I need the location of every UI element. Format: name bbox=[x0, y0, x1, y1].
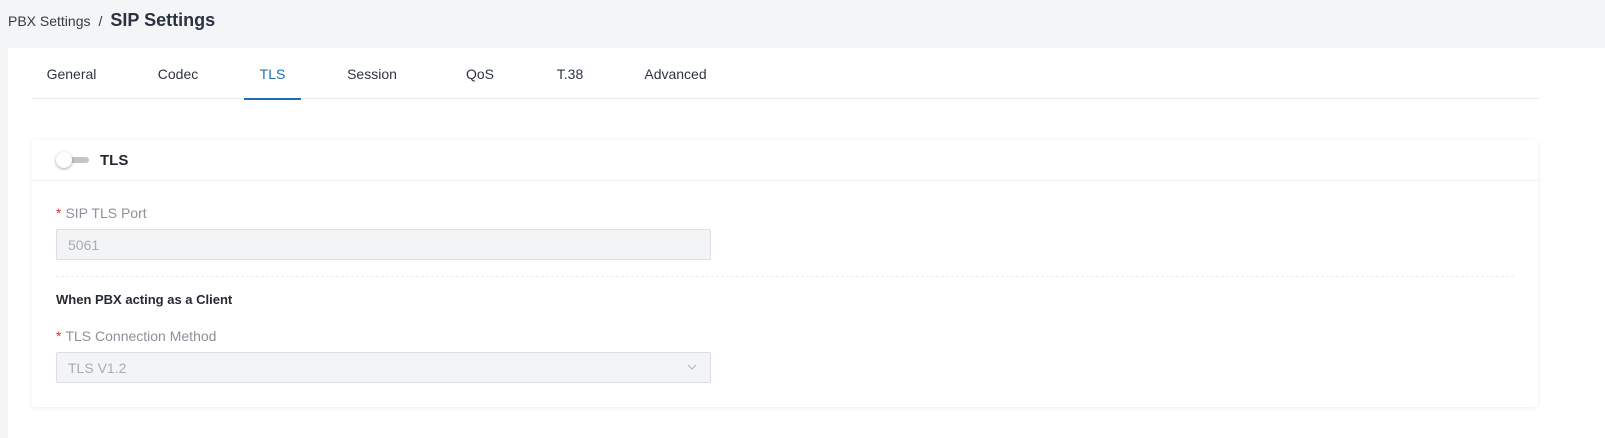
sip-tls-port-value: 5061 bbox=[68, 236, 100, 253]
tls-connection-method-value: TLS V1.2 bbox=[68, 359, 127, 376]
tab-label: QoS bbox=[465, 65, 494, 82]
chevron-down-icon bbox=[687, 364, 697, 370]
tab-tls[interactable]: TLS bbox=[244, 48, 301, 100]
breadcrumb-separator: / bbox=[98, 13, 103, 29]
tab-t38[interactable]: T.38 bbox=[542, 48, 598, 99]
client-section-title: When PBX acting as a Client bbox=[56, 292, 233, 307]
breadcrumb-parent-link[interactable]: PBX Settings bbox=[8, 13, 91, 29]
tls-card-header: TLS bbox=[32, 140, 1538, 181]
sip-tls-port-input[interactable]: 5061 bbox=[56, 229, 711, 260]
tab-label: Codec bbox=[157, 65, 199, 82]
tls-connection-method-label: * TLS Connection Method bbox=[56, 328, 216, 344]
tab-label: TLS bbox=[259, 65, 286, 82]
breadcrumb: PBX Settings / SIP Settings bbox=[8, 10, 215, 34]
required-mark: * bbox=[56, 328, 62, 344]
required-mark: * bbox=[56, 205, 62, 221]
tab-general[interactable]: General bbox=[32, 48, 111, 99]
tls-card-title: TLS bbox=[100, 151, 129, 169]
tab-qos[interactable]: QoS bbox=[450, 48, 510, 99]
tls-connection-method-label-text: TLS Connection Method bbox=[65, 328, 217, 344]
tab-codec[interactable]: Codec bbox=[142, 48, 214, 99]
section-divider bbox=[56, 276, 1514, 277]
page-title: SIP Settings bbox=[110, 10, 216, 30]
tab-advanced[interactable]: Advanced bbox=[630, 48, 721, 99]
toggle-knob bbox=[56, 152, 72, 168]
tab-label: Session bbox=[347, 65, 397, 82]
tab-label: T.38 bbox=[556, 65, 584, 82]
settings-panel: General Codec TLS Session QoS T.38 Advan… bbox=[8, 48, 1605, 438]
tls-enable-toggle[interactable] bbox=[56, 152, 90, 168]
tab-label: Advanced bbox=[644, 65, 707, 82]
sip-tls-port-label-text: SIP TLS Port bbox=[65, 205, 147, 221]
active-tab-indicator bbox=[244, 98, 301, 100]
tab-label: General bbox=[46, 65, 97, 82]
tab-session[interactable]: Session bbox=[334, 48, 410, 99]
tab-bar: General Codec TLS Session QoS T.38 Advan… bbox=[32, 48, 1539, 100]
tls-connection-method-select[interactable]: TLS V1.2 bbox=[56, 352, 711, 383]
sip-tls-port-label: * SIP TLS Port bbox=[56, 205, 147, 221]
tls-settings-card: TLS * SIP TLS Port 5061 When PBX acting a… bbox=[32, 140, 1538, 407]
